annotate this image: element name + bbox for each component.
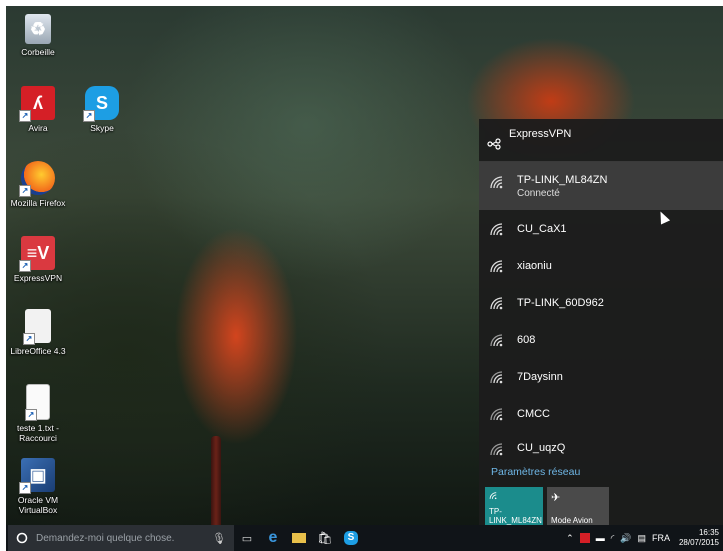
network-flyout: ExpressVPN TP-LINK_ML84ZN Connecté CU_Ca… xyxy=(479,119,723,525)
wifi-signal-icon xyxy=(490,443,503,456)
desktop-icon-label-line2: Raccourci xyxy=(19,433,57,443)
desktop-icon-label: Skype xyxy=(90,123,114,133)
network-name: TP-LINK_ML84ZN xyxy=(517,173,608,186)
wifi-icon xyxy=(489,492,497,500)
vpn-name: ExpressVPN xyxy=(509,128,572,140)
clock-date: 28/07/2015 xyxy=(678,538,719,547)
store-bag-icon: 🛍 xyxy=(317,531,333,545)
desktop-icon-recycle-bin[interactable]: ♻ Corbeille xyxy=(6,14,70,57)
shortcut-arrow-icon: ↗ xyxy=(25,409,37,421)
wifi-network-item[interactable]: 608 xyxy=(479,321,723,358)
recycle-bin-icon: ♻ xyxy=(25,14,51,44)
network-name: xiaoniu xyxy=(517,259,552,272)
show-hidden-icons-chevron-icon[interactable]: ⌃ xyxy=(566,533,574,544)
wifi-network-item[interactable]: CMCC xyxy=(479,395,723,432)
vpn-connection[interactable]: ExpressVPN xyxy=(479,119,723,162)
clock-time: 16:35 xyxy=(698,528,719,537)
wifi-network-item[interactable]: xiaoniu xyxy=(479,247,723,284)
file-explorer-button[interactable] xyxy=(286,525,312,551)
text-file-icon: ↗ xyxy=(25,384,50,421)
network-settings-link[interactable]: Paramètres réseau xyxy=(491,466,580,478)
desktop-icon-label: ExpressVPN xyxy=(13,273,63,283)
network-name: CU_CaX1 xyxy=(517,222,567,235)
task-view-button[interactable]: ▭ xyxy=(234,525,260,551)
desktop: ♻ Corbeille ʎ ↗ Avira S ↗ Skype ↗ Mozilla … xyxy=(6,6,723,551)
vpn-icon xyxy=(487,138,501,150)
desktop-icon-label: Corbeille xyxy=(21,47,55,57)
wifi-signal-icon xyxy=(490,259,503,272)
desktop-icon-firefox[interactable]: ↗ Mozilla Firefox xyxy=(6,161,70,208)
firefox-icon: ↗ xyxy=(19,161,55,197)
libreoffice-icon: ↗ xyxy=(23,309,51,345)
desktop-icon-libreoffice[interactable]: ↗ LibreOffice 4.3 xyxy=(6,309,70,356)
store-button[interactable]: 🛍 xyxy=(312,525,338,551)
wifi-signal-icon xyxy=(490,407,503,420)
wifi-network-item[interactable]: TP-LINK_ML84ZN Connecté xyxy=(479,162,723,210)
desktop-icon-label: Oracle VM xyxy=(17,495,59,505)
desktop-icon-virtualbox[interactable]: ▣ ↗ Oracle VM VirtualBox xyxy=(6,458,70,515)
network-name: CU_uqzQ xyxy=(517,442,566,454)
wifi-network-item[interactable]: CU_CaX1 xyxy=(479,210,723,247)
shortcut-arrow-icon: ↗ xyxy=(83,110,95,122)
network-adapter-icon[interactable]: ▬ xyxy=(596,533,605,543)
wifi-signal-icon xyxy=(490,222,503,235)
desktop-icon-label: LibreOffice 4.3 xyxy=(10,346,66,356)
language-indicator[interactable]: FRA xyxy=(652,533,670,543)
network-status: Connecté xyxy=(517,187,560,199)
desktop-icon-skype[interactable]: S ↗ Skype xyxy=(70,86,134,133)
shortcut-arrow-icon: ↗ xyxy=(19,110,31,122)
microphone-icon: 🎙 xyxy=(212,532,226,545)
taskbar: Demandez-moi quelque chose. 🎙 ▭ e 🛍 S ⌃ … xyxy=(6,525,723,551)
cortana-search-box[interactable]: Demandez-moi quelque chose. 🎙 xyxy=(8,525,234,551)
desktop-icon-label: Mozilla Firefox xyxy=(10,198,66,208)
desktop-icon-expressvpn[interactable]: ≡V ↗ ExpressVPN xyxy=(6,236,70,283)
shortcut-arrow-icon: ↗ xyxy=(19,482,31,494)
action-center-icon[interactable]: ▤ xyxy=(637,533,646,544)
wifi-network-item[interactable]: 7Daysinn xyxy=(479,358,723,395)
network-name: TP-LINK_60D962 xyxy=(517,296,604,309)
quick-action-label: TP-LINK_ML84ZN xyxy=(489,507,542,525)
network-name: CMCC xyxy=(517,407,550,420)
avira-icon: ʎ ↗ xyxy=(19,86,55,122)
desktop-icon-label: teste 1.txt - xyxy=(16,423,60,433)
system-tray: ⌃ ▬ ◜ 🔊 ▤ FRA 16:35 28/07/2015 xyxy=(563,525,723,551)
network-name: 7Daysinn xyxy=(517,370,563,383)
desktop-icon-label-line2: VirtualBox xyxy=(18,505,58,515)
expressvpn-icon: ≡V ↗ xyxy=(19,236,55,272)
quick-action-airplane-mode[interactable]: ✈ Mode Avion xyxy=(547,487,609,525)
avira-tray-icon[interactable] xyxy=(579,533,590,543)
shortcut-arrow-icon: ↗ xyxy=(23,333,35,345)
wifi-signal-icon xyxy=(490,176,503,189)
wifi-network-item[interactable]: TP-LINK_60D962 xyxy=(479,284,723,321)
volume-icon[interactable]: 🔊 xyxy=(620,533,631,544)
clock[interactable]: 16:35 28/07/2015 xyxy=(679,528,719,548)
search-placeholder: Demandez-moi quelque chose. xyxy=(36,532,175,544)
desktop-icon-label: Avira xyxy=(28,123,48,133)
skype-icon: S ↗ xyxy=(83,86,119,122)
desktop-icon-avira[interactable]: ʎ ↗ Avira xyxy=(6,86,70,133)
airplane-icon: ✈ xyxy=(551,492,561,504)
edge-icon: e xyxy=(268,529,278,546)
folder-icon xyxy=(292,533,306,543)
cortana-icon xyxy=(16,532,28,544)
wifi-signal-icon xyxy=(490,296,503,309)
wifi-network-item[interactable]: CU_uqzQ xyxy=(479,432,723,460)
shortcut-arrow-icon: ↗ xyxy=(19,260,31,272)
quick-action-wifi[interactable]: TP-LINK_ML84ZN xyxy=(485,487,543,525)
shortcut-arrow-icon: ↗ xyxy=(19,185,31,197)
wifi-signal-icon xyxy=(490,333,503,346)
virtualbox-icon: ▣ ↗ xyxy=(19,458,55,494)
wifi-signal-icon xyxy=(490,370,503,383)
flower-stem xyxy=(211,436,221,531)
skype-icon: S xyxy=(344,531,358,545)
network-name: 608 xyxy=(517,333,536,346)
desktop-icon-text-file[interactable]: ↗ teste 1.txt - Raccourci xyxy=(6,384,70,443)
quick-action-label: Mode Avion xyxy=(551,516,593,525)
task-view-icon: ▭ xyxy=(241,532,253,545)
wifi-tray-icon[interactable]: ◜ xyxy=(611,533,615,544)
edge-button[interactable]: e xyxy=(260,525,286,551)
skype-taskbar-button[interactable]: S xyxy=(338,525,364,551)
